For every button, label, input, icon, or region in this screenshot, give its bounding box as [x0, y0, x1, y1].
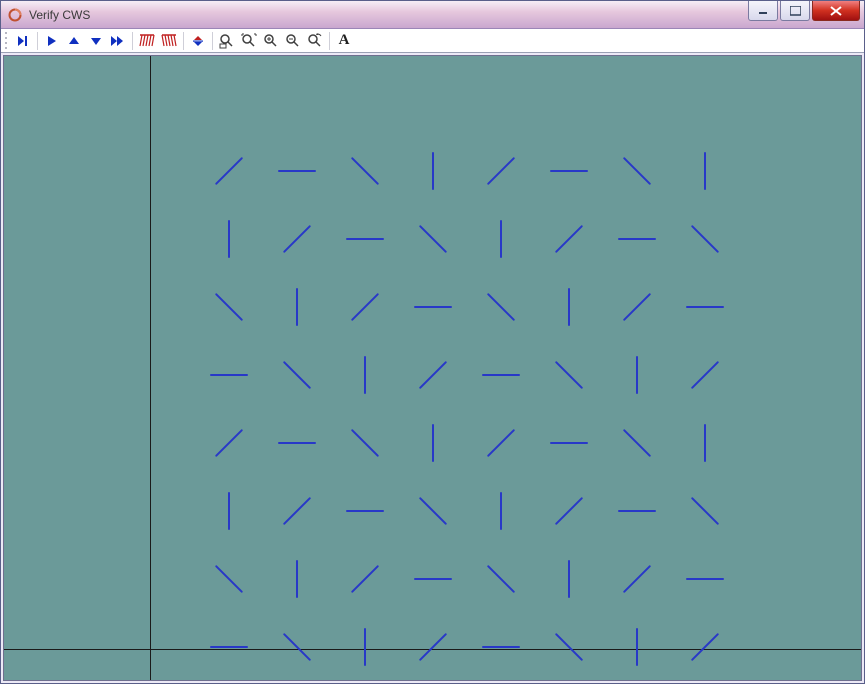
close-icon	[830, 6, 842, 16]
window-buttons	[748, 1, 864, 21]
toolpath-segment	[352, 294, 377, 319]
nav-down-icon	[89, 34, 103, 48]
fast-forward-icon	[110, 34, 126, 48]
text-tool-icon: A	[339, 32, 350, 49]
nav-down-button[interactable]	[86, 31, 106, 51]
toolpath-segment	[488, 294, 513, 319]
toolbar-separator	[183, 32, 184, 50]
zoom-extents-icon	[241, 33, 257, 49]
toolpath-segment	[216, 566, 241, 591]
toolpath-segment	[692, 362, 717, 387]
toolpath-segment	[216, 430, 241, 455]
toolpath-segment	[284, 634, 309, 659]
toolpath-segment	[556, 634, 581, 659]
toolpath-segment	[692, 226, 717, 251]
toolpath-segment	[556, 362, 581, 387]
maximize-icon	[790, 6, 801, 16]
zoom-window-icon	[219, 33, 235, 49]
toolpath-segment	[692, 498, 717, 523]
fast-forward-button[interactable]	[108, 31, 128, 51]
step-end-icon	[16, 34, 30, 48]
toolpath-segment	[420, 634, 445, 659]
toolpath-segment	[420, 362, 445, 387]
curtain-left-button[interactable]	[137, 31, 157, 51]
zoom-in-button[interactable]	[261, 31, 281, 51]
drawing-canvas	[4, 56, 861, 680]
text-tool-button[interactable]: A	[334, 31, 354, 51]
toolpath-segment	[216, 158, 241, 183]
toolbar: A	[1, 29, 864, 53]
toolpath-segment	[556, 226, 581, 251]
toolpath-segment	[420, 226, 445, 251]
zoom-in-icon	[263, 33, 279, 49]
toolpath-segment	[216, 294, 241, 319]
toolpath-segment	[352, 566, 377, 591]
zoom-extents-button[interactable]	[239, 31, 259, 51]
step-end-button[interactable]	[13, 31, 33, 51]
center-marker-icon	[191, 34, 205, 48]
toolbar-grip[interactable]	[5, 32, 9, 50]
toolbar-separator	[212, 32, 213, 50]
toolpath-segment	[488, 158, 513, 183]
zoom-previous-icon	[307, 33, 323, 49]
curtain-left-icon	[139, 33, 155, 49]
titlebar[interactable]: Verify CWS	[1, 1, 864, 29]
zoom-previous-button[interactable]	[305, 31, 325, 51]
toolpath-segment	[624, 566, 649, 591]
toolpath-segment	[352, 430, 377, 455]
toolpath-segment	[556, 498, 581, 523]
app-icon	[7, 7, 23, 23]
toolpath-segment	[692, 634, 717, 659]
nav-up-icon	[67, 34, 81, 48]
nav-up-button[interactable]	[64, 31, 84, 51]
minimize-button[interactable]	[748, 1, 778, 21]
zoom-window-button[interactable]	[217, 31, 237, 51]
toolpath-segment	[284, 226, 309, 251]
curtain-right-button[interactable]	[159, 31, 179, 51]
toolpath-segment	[624, 158, 649, 183]
toolpath-segment	[284, 498, 309, 523]
maximize-button[interactable]	[780, 1, 810, 21]
toolbar-separator	[329, 32, 330, 50]
canvas-area[interactable]	[3, 55, 862, 681]
toolpath-segment	[420, 498, 445, 523]
toolpath-segment	[624, 294, 649, 319]
toolpath-segment	[624, 430, 649, 455]
app-window: Verify CWS	[0, 0, 865, 684]
center-marker-button[interactable]	[188, 31, 208, 51]
toolbar-separator	[37, 32, 38, 50]
close-button[interactable]	[812, 1, 860, 21]
zoom-out-icon	[285, 33, 301, 49]
curtain-right-icon	[161, 33, 177, 49]
toolbar-separator	[132, 32, 133, 50]
toolpath-segment	[488, 430, 513, 455]
zoom-out-button[interactable]	[283, 31, 303, 51]
toolpath-segment	[284, 362, 309, 387]
minimize-icon	[758, 6, 768, 16]
window-title: Verify CWS	[29, 8, 90, 22]
play-icon	[45, 34, 59, 48]
toolpath-segment	[352, 158, 377, 183]
play-button[interactable]	[42, 31, 62, 51]
toolpath-segment	[488, 566, 513, 591]
